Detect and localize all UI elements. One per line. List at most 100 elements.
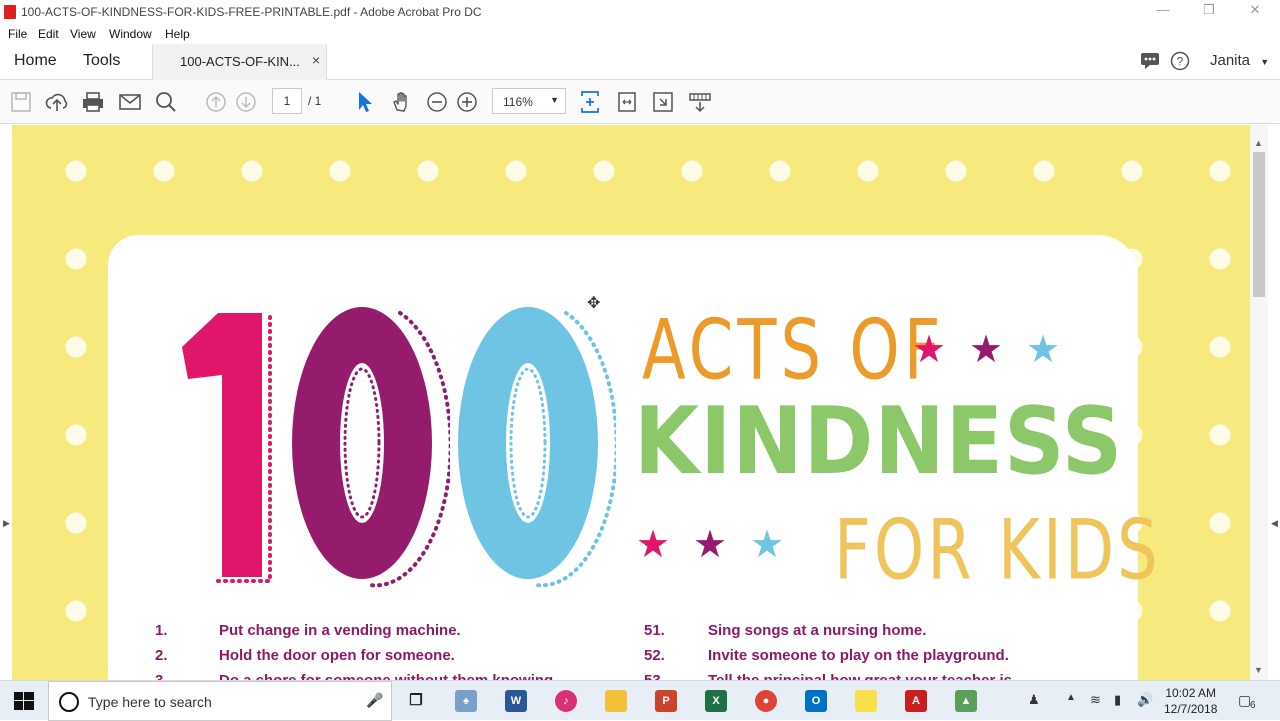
heading-acts-of: ACTS OF bbox=[642, 303, 945, 400]
search-placeholder: Type here to search bbox=[88, 694, 212, 710]
battery-icon[interactable]: ▮ bbox=[1114, 692, 1121, 708]
star-icon: ★ bbox=[912, 329, 947, 371]
menu-help[interactable]: Help bbox=[165, 27, 190, 41]
digit-zero-first-text: 0 bbox=[290, 303, 299, 307]
sticky-notes-icon[interactable] bbox=[855, 690, 877, 712]
notification-count: 6 bbox=[1250, 700, 1256, 711]
list-number: 2. bbox=[155, 647, 168, 664]
page-total: / 1 bbox=[308, 94, 322, 108]
pdf-page: 1 0 0 ACTS OF KINDNESS FOR KIDS ★ ★ ★ ★ … bbox=[12, 125, 1250, 680]
zoom-in-icon[interactable] bbox=[456, 91, 478, 115]
digit-zero-second-text: 0 bbox=[456, 303, 465, 307]
comment-icon[interactable] bbox=[1140, 52, 1160, 74]
scroll-down-icon[interactable]: ▼ bbox=[1254, 665, 1263, 675]
word-icon[interactable]: W bbox=[505, 690, 527, 712]
scroll-thumb[interactable] bbox=[1253, 152, 1265, 297]
heading-for-kids: FOR KIDS bbox=[834, 503, 1161, 600]
select-tool-icon[interactable] bbox=[355, 90, 375, 114]
clock-date: 12/7/2018 bbox=[1164, 702, 1218, 716]
more-tools-icon[interactable] bbox=[688, 90, 712, 114]
cortana-icon bbox=[59, 692, 79, 712]
left-pane-toggle[interactable]: ▶ bbox=[0, 125, 12, 680]
fit-page-icon[interactable] bbox=[579, 90, 601, 114]
user-menu[interactable]: Janita ▼ bbox=[1210, 52, 1269, 69]
email-icon[interactable] bbox=[118, 91, 142, 115]
menu-edit[interactable]: Edit bbox=[38, 27, 59, 41]
digit-zero-first: 0 bbox=[290, 303, 450, 588]
powerpoint-icon[interactable]: P bbox=[655, 690, 677, 712]
volume-icon[interactable]: 🔊 bbox=[1137, 692, 1153, 708]
excel-icon[interactable]: X bbox=[705, 690, 727, 712]
hand-tool-icon[interactable] bbox=[390, 90, 414, 114]
outlook-icon[interactable]: O bbox=[805, 690, 827, 712]
tab-document[interactable]: 100-ACTS-OF-KIN... × bbox=[152, 44, 327, 80]
search-icon[interactable] bbox=[155, 91, 177, 115]
close-window-button[interactable]: ✕ bbox=[1232, 2, 1278, 22]
system-clock[interactable]: 10:02 AM 12/7/2018 bbox=[1164, 685, 1217, 717]
menu-bar: File Edit View Window Help bbox=[0, 24, 1280, 44]
page-number-input[interactable]: 1 bbox=[272, 88, 302, 114]
acrobat-taskbar-icon[interactable]: A bbox=[905, 690, 927, 712]
star-icon: ★ bbox=[1026, 329, 1061, 371]
right-pane-toggle[interactable]: ◀ bbox=[1268, 125, 1280, 680]
wifi-icon[interactable]: ≋ bbox=[1090, 692, 1101, 708]
windows-start-icon[interactable] bbox=[14, 692, 34, 715]
minimize-button[interactable]: — bbox=[1140, 2, 1186, 22]
chevron-right-icon: ▶ bbox=[3, 518, 10, 528]
tab-tools[interactable]: Tools bbox=[83, 52, 120, 70]
list-text: Put change in a vending machine. bbox=[219, 622, 461, 639]
previous-page-icon[interactable] bbox=[205, 91, 227, 115]
fit-width-icon[interactable] bbox=[616, 90, 638, 114]
file-explorer-icon[interactable] bbox=[605, 690, 627, 712]
task-view-icon[interactable]: ❒ bbox=[405, 690, 427, 712]
tab-home[interactable]: Home bbox=[14, 52, 57, 70]
people-icon[interactable]: ♟ bbox=[1028, 692, 1040, 708]
chevron-down-icon: ▼ bbox=[550, 95, 559, 105]
taskbar-search-box[interactable]: Type here to search 🎤 bbox=[48, 681, 392, 721]
help-icon[interactable]: ? bbox=[1170, 51, 1190, 75]
taskbar: Type here to search 🎤 ❒ ♠ W ♪ P X ● O A … bbox=[0, 680, 1280, 721]
list-text: Sing songs at a nursing home. bbox=[708, 622, 927, 639]
acrobat-icon bbox=[4, 5, 16, 19]
menu-view[interactable]: View bbox=[70, 27, 96, 41]
itunes-icon[interactable]: ♪ bbox=[555, 690, 577, 712]
restore-button[interactable]: ❐ bbox=[1186, 2, 1232, 22]
menu-window[interactable]: Window bbox=[109, 27, 152, 41]
app-taskbar-icon[interactable]: ♠ bbox=[455, 690, 477, 712]
list-text: Invite someone to play on the playground… bbox=[708, 647, 1009, 664]
list-number: 52. bbox=[644, 647, 665, 664]
zoom-select[interactable]: 116% ▼ bbox=[492, 88, 566, 114]
microphone-icon[interactable]: 🎤 bbox=[366, 692, 383, 709]
window-title: 100-ACTS-OF-KINDNESS-FOR-KIDS-FREE-PRINT… bbox=[21, 5, 482, 19]
list-text: Tell the principal how great your teache… bbox=[708, 672, 1016, 680]
list-text: Do a chore for someone without them know… bbox=[219, 672, 557, 680]
close-tab-icon[interactable]: × bbox=[312, 52, 320, 68]
menu-file[interactable]: File bbox=[8, 27, 27, 41]
chevron-left-icon: ◀ bbox=[1271, 518, 1278, 528]
clock-time: 10:02 AM bbox=[1165, 686, 1217, 700]
star-icon: ★ bbox=[969, 329, 1004, 371]
app-taskbar-icon[interactable]: ▲ bbox=[955, 690, 977, 712]
toolbar bbox=[0, 80, 1280, 124]
list-number: 51. bbox=[644, 622, 665, 639]
move-cursor-icon: ✥ bbox=[587, 295, 601, 312]
star-icon: ★ bbox=[636, 524, 671, 566]
svg-text:?: ? bbox=[1177, 55, 1184, 69]
full-screen-icon[interactable] bbox=[652, 90, 674, 114]
zoom-out-icon[interactable] bbox=[426, 91, 448, 115]
star-icon: ★ bbox=[750, 524, 785, 566]
scroll-up-icon[interactable]: ▲ bbox=[1254, 138, 1263, 148]
list-text: Hold the door open for someone. bbox=[219, 647, 455, 664]
tab-document-label: 100-ACTS-OF-KIN... bbox=[180, 54, 300, 69]
next-page-icon[interactable] bbox=[235, 91, 257, 115]
upload-cloud-icon[interactable] bbox=[45, 91, 69, 115]
star-icon: ★ bbox=[693, 524, 728, 566]
tab-bar: Home Tools 100-ACTS-OF-KIN... × ? Janita… bbox=[0, 44, 1280, 80]
heading-kindness: KINDNESS bbox=[634, 387, 1124, 495]
chrome-icon[interactable]: ● bbox=[755, 690, 777, 712]
title-bar: 100-ACTS-OF-KINDNESS-FOR-KIDS-FREE-PRINT… bbox=[0, 0, 1280, 24]
save-icon[interactable] bbox=[10, 91, 32, 115]
digit-one-text: 1 bbox=[170, 305, 179, 309]
print-icon[interactable] bbox=[81, 91, 105, 115]
chevron-up-icon[interactable]: ▲ bbox=[1066, 692, 1076, 703]
